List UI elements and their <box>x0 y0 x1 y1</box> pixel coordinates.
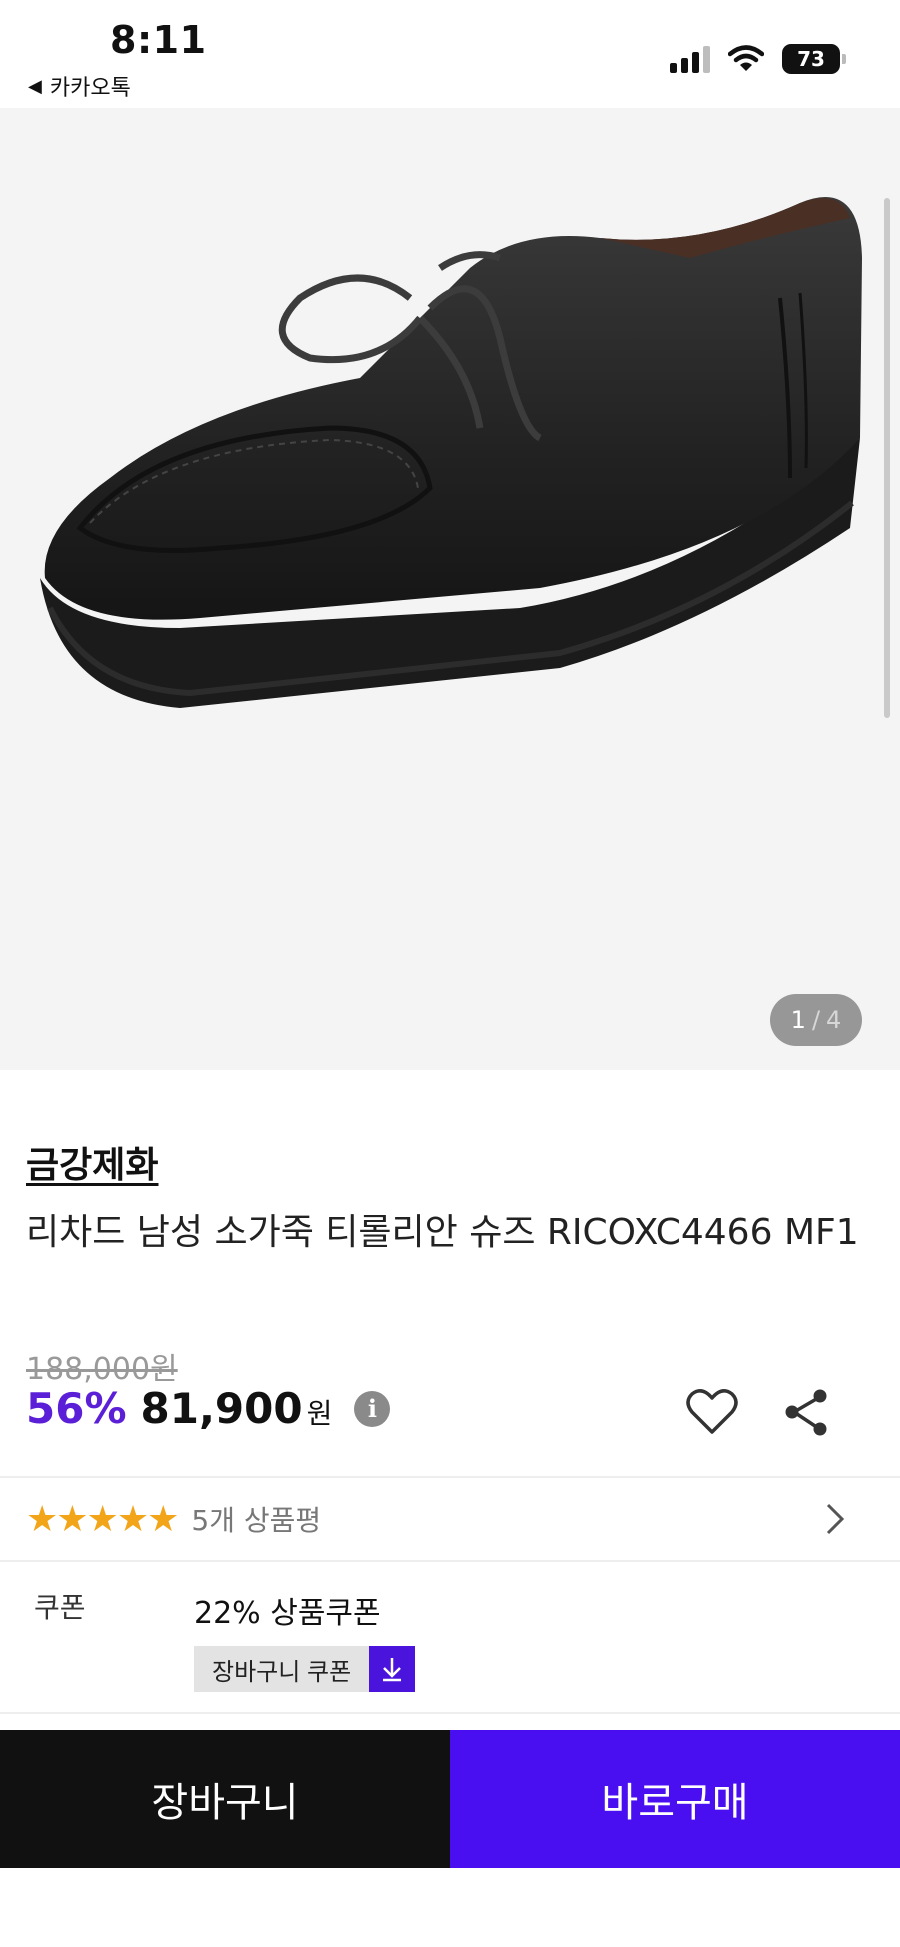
bottom-action-bar: 장바구니 바로구매 <box>0 1730 900 1868</box>
reviews-row[interactable]: ★★★★★ 5개 상품평 <box>0 1478 900 1560</box>
coupon-label: 쿠폰 <box>34 1591 86 1624</box>
image-scrollbar[interactable] <box>884 198 890 718</box>
back-app-label: 카카오톡 <box>49 76 131 101</box>
chevron-right-icon <box>826 1503 845 1535</box>
rating-stars: ★★★★★ <box>26 1498 179 1540</box>
status-bar: 8:11 ◀ 카카오톡 73 <box>0 0 900 108</box>
discount-rate: 56% <box>26 1384 127 1433</box>
download-icon <box>369 1646 416 1692</box>
currency-label: 원 <box>306 1397 333 1430</box>
image-counter: 1 / 4 <box>770 994 862 1046</box>
image-counter-current: 1 <box>790 1006 806 1034</box>
buy-now-button[interactable]: 바로구매 <box>450 1730 900 1868</box>
shoe-image <box>40 197 862 708</box>
price-info-icon[interactable]: i <box>354 1390 391 1427</box>
sale-price: 81,900 <box>140 1384 303 1433</box>
wishlist-heart-icon[interactable] <box>684 1384 740 1440</box>
status-icons: 73 <box>670 44 846 74</box>
back-to-app-button[interactable]: ◀ 카카오톡 <box>28 70 131 102</box>
coupon-description: 22% 상품쿠폰 <box>194 1596 381 1631</box>
add-to-cart-button[interactable]: 장바구니 <box>0 1730 450 1868</box>
share-icon[interactable] <box>780 1384 832 1440</box>
original-price: 188,000원 <box>26 1352 178 1387</box>
cellular-signal-icon <box>670 45 710 73</box>
divider <box>0 1712 900 1714</box>
image-counter-total: 4 <box>826 1006 842 1034</box>
cart-coupon-label: 장바구니 쿠폰 <box>194 1646 370 1692</box>
cart-coupon-download-button[interactable]: 장바구니 쿠폰 <box>194 1646 416 1692</box>
wifi-icon <box>728 45 764 71</box>
image-counter-separator: / <box>811 1006 821 1034</box>
brand-link[interactable]: 금강제화 <box>26 1136 158 1188</box>
battery-icon: 73 <box>782 44 846 74</box>
review-count: 5개 상품평 <box>191 1504 322 1537</box>
divider <box>0 1560 900 1562</box>
back-triangle-icon: ◀ <box>28 75 42 97</box>
product-image-gallery[interactable]: 1 / 4 <box>0 108 900 1070</box>
status-time: 8:11 <box>110 18 207 62</box>
price-row: 56% 81,900 원 i <box>26 1384 391 1433</box>
product-title: 리차드 남성 소가죽 티롤리안 슈즈 RICOXC4466 MF1 <box>26 1212 859 1253</box>
